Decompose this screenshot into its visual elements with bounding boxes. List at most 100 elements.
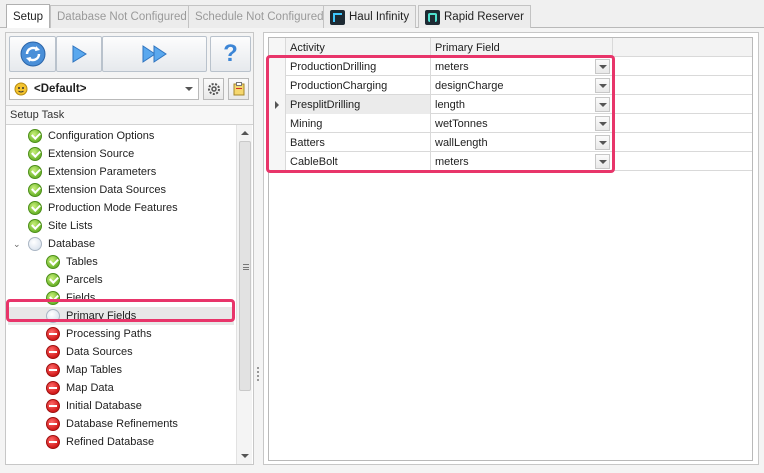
tree-item-label: Map Data bbox=[66, 382, 114, 394]
scroll-thumb[interactable] bbox=[239, 141, 251, 391]
table-row[interactable]: ProductionCharging designCharge bbox=[269, 76, 752, 95]
rapid-reserver-icon bbox=[425, 9, 440, 25]
table-row[interactable]: Batters wallLength bbox=[269, 133, 752, 152]
column-header-primary-field[interactable]: Primary Field bbox=[431, 38, 613, 57]
tree-item-parcels[interactable]: Parcels bbox=[46, 271, 103, 289]
tree-item-label: Extension Data Sources bbox=[48, 184, 167, 196]
refresh-icon bbox=[20, 41, 45, 67]
primary-field-select[interactable]: meters bbox=[431, 57, 613, 76]
tree-item-refined-database[interactable]: Refined Database bbox=[46, 433, 154, 451]
primary-field-select[interactable]: meters bbox=[431, 152, 613, 171]
tree-item-label: Database Refinements bbox=[66, 418, 178, 430]
primary-field-select[interactable]: length bbox=[431, 95, 613, 114]
grid-header-row: Activity Primary Field bbox=[269, 38, 752, 57]
tab-rapid-reserver[interactable]: Rapid Reserver bbox=[418, 5, 531, 28]
tree-item-production-mode-features[interactable]: Production Mode Features bbox=[28, 199, 178, 217]
tab-label: Haul Infinity bbox=[349, 11, 410, 23]
tab-label: Setup bbox=[13, 11, 44, 23]
pending-icon bbox=[28, 237, 42, 251]
tab-database[interactable]: Database Not Configured bbox=[50, 5, 194, 28]
tree-item-fields[interactable]: Fields bbox=[46, 289, 95, 307]
dropdown-arrow-icon[interactable] bbox=[595, 154, 610, 169]
tree-item-site-lists[interactable]: Site Lists bbox=[28, 217, 93, 235]
profile-value: <Default> bbox=[34, 83, 87, 95]
tree-item-database-refinements[interactable]: Database Refinements bbox=[46, 415, 178, 433]
primary-field-value: meters bbox=[435, 155, 469, 168]
activity-cell: ProductionDrilling bbox=[286, 57, 431, 76]
profile-select[interactable]: <Default> bbox=[9, 78, 199, 100]
tree-header: Setup Task bbox=[6, 106, 253, 125]
tree-item-extension-source[interactable]: Extension Source bbox=[28, 145, 134, 163]
tree-item-map-data[interactable]: Map Data bbox=[46, 379, 114, 397]
activity-cell: CableBolt bbox=[286, 152, 431, 171]
row-indicator bbox=[269, 76, 286, 95]
refresh-button[interactable] bbox=[9, 36, 56, 72]
primary-field-select[interactable]: wetTonnes bbox=[431, 114, 613, 133]
tree-item-label: Database bbox=[48, 238, 96, 250]
grip-icon bbox=[243, 264, 249, 270]
complete-icon bbox=[28, 165, 42, 179]
tree-item-tables[interactable]: Tables bbox=[46, 253, 98, 271]
activity-cell: ProductionCharging bbox=[286, 76, 431, 95]
tree-scrollbar[interactable] bbox=[236, 125, 252, 464]
tree-item-primary-fields[interactable]: Primary Fields bbox=[8, 307, 234, 325]
scroll-down-icon[interactable] bbox=[241, 454, 249, 458]
mask-icon bbox=[14, 82, 28, 96]
dropdown-arrow-icon[interactable] bbox=[595, 59, 610, 74]
tree-item-data-sources[interactable]: Data Sources bbox=[46, 343, 133, 361]
dropdown-arrow-icon[interactable] bbox=[595, 135, 610, 150]
help-button[interactable]: ? bbox=[210, 36, 251, 72]
tree-item-database[interactable]: Database bbox=[28, 235, 95, 253]
tab-bar: Setup Database Not Configured Schedule N… bbox=[0, 0, 764, 29]
settings-button[interactable] bbox=[203, 78, 224, 100]
tree-item-initial-database[interactable]: Initial Database bbox=[46, 397, 142, 415]
dropdown-arrow-icon[interactable] bbox=[595, 116, 610, 131]
expand-chevron-icon[interactable]: ⌄ bbox=[13, 239, 21, 250]
setup-content: ? <Default> Setup Task Configuration Opt… bbox=[0, 28, 764, 473]
complete-icon bbox=[28, 201, 42, 215]
table-row[interactable]: PresplitDrilling length bbox=[269, 95, 752, 114]
row-indicator bbox=[269, 152, 286, 171]
tab-haul-infinity[interactable]: Haul Infinity bbox=[323, 5, 417, 28]
scroll-up-icon[interactable] bbox=[241, 131, 249, 135]
complete-icon bbox=[46, 291, 60, 305]
tree-item-label: Extension Source bbox=[48, 148, 135, 160]
tab-setup[interactable]: Setup bbox=[6, 4, 51, 29]
tab-label: Schedule Not Configured bbox=[195, 11, 324, 23]
activity-cell: PresplitDrilling bbox=[286, 95, 431, 114]
panel-splitter[interactable] bbox=[257, 367, 259, 383]
tab-schedule[interactable]: Schedule Not Configured bbox=[188, 5, 331, 28]
tree-item-label: Fields bbox=[66, 292, 96, 304]
primary-fields-grid: Activity Primary Field ProductionDrillin… bbox=[268, 37, 753, 461]
error-icon bbox=[46, 381, 60, 395]
tree-item-processing-paths[interactable]: Processing Paths bbox=[46, 325, 152, 343]
tree-item-extension-data-sources[interactable]: Extension Data Sources bbox=[28, 181, 166, 199]
clipboard-icon bbox=[233, 82, 244, 96]
run-button[interactable] bbox=[56, 36, 102, 72]
tree-item-label: Initial Database bbox=[66, 400, 142, 412]
dropdown-arrow-icon[interactable] bbox=[595, 78, 610, 93]
notes-button[interactable] bbox=[228, 78, 249, 100]
primary-fields-panel: Activity Primary Field ProductionDrillin… bbox=[263, 32, 759, 465]
tree-item-label: Data Sources bbox=[66, 346, 133, 358]
tree-item-map-tables[interactable]: Map Tables bbox=[46, 361, 122, 379]
row-indicator bbox=[269, 95, 286, 114]
table-row[interactable]: Mining wetTonnes bbox=[269, 114, 752, 133]
error-icon bbox=[46, 417, 60, 431]
tree-item-label: Map Tables bbox=[66, 364, 123, 376]
current-row-icon bbox=[275, 100, 279, 109]
tree-item-configuration-options[interactable]: Configuration Options bbox=[28, 127, 154, 145]
table-row[interactable]: CableBolt meters bbox=[269, 152, 752, 171]
gear-icon bbox=[207, 83, 220, 95]
primary-field-select[interactable]: designCharge bbox=[431, 76, 613, 95]
column-header-activity[interactable]: Activity bbox=[286, 38, 431, 57]
table-row[interactable]: ProductionDrilling meters bbox=[269, 57, 752, 76]
primary-field-select[interactable]: wallLength bbox=[431, 133, 613, 152]
row-indicator-header bbox=[269, 38, 286, 57]
error-icon bbox=[46, 399, 60, 413]
play-icon bbox=[72, 45, 87, 63]
chevron-down-icon bbox=[185, 87, 193, 91]
dropdown-arrow-icon[interactable] bbox=[595, 97, 610, 112]
run-all-button[interactable] bbox=[102, 36, 207, 72]
tree-item-extension-parameters[interactable]: Extension Parameters bbox=[28, 163, 156, 181]
